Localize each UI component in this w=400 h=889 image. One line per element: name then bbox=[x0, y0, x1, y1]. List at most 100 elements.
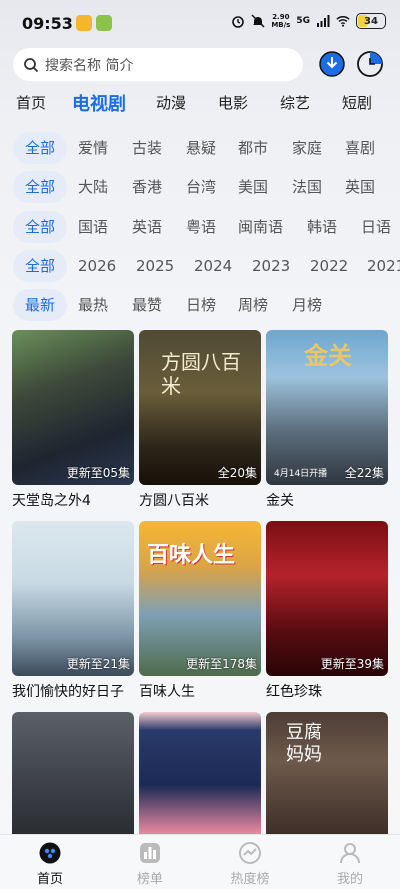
poster-title-text: 方圆八百米 bbox=[161, 350, 241, 398]
mute-icon bbox=[251, 14, 265, 28]
tab-short-drama[interactable]: 短剧 bbox=[342, 92, 372, 113]
filter-row-year: 全部 2026 2025 2024 2023 2022 2021 bbox=[0, 250, 400, 282]
chip-language-all[interactable]: 全部 bbox=[13, 211, 68, 243]
video-card[interactable]: 更新至39集 红色珍珠 bbox=[266, 521, 388, 701]
history-button[interactable] bbox=[356, 50, 384, 78]
net-speed: 2.90 MB/s bbox=[271, 13, 290, 29]
poster-title-text: 豆腐妈妈 bbox=[286, 722, 322, 765]
nav-hot[interactable]: 热度榜 bbox=[220, 841, 280, 887]
tab-variety[interactable]: 综艺 bbox=[280, 92, 310, 113]
status-time: 09:53 bbox=[22, 14, 73, 33]
video-card[interactable]: 豆腐妈妈 bbox=[266, 712, 388, 834]
download-icon bbox=[319, 51, 345, 77]
trending-icon bbox=[239, 842, 261, 864]
wifi-icon bbox=[336, 16, 350, 27]
episode-badge: 更新至178集 bbox=[186, 657, 257, 671]
chip-genre[interactable]: 古装 bbox=[132, 132, 162, 164]
chip-region-all[interactable]: 全部 bbox=[13, 171, 68, 203]
video-card[interactable] bbox=[12, 712, 134, 834]
chip-sort[interactable]: 周榜 bbox=[238, 289, 268, 321]
chip-year[interactable]: 2026 bbox=[78, 250, 116, 282]
tab-tv-series[interactable]: 电视剧 bbox=[72, 90, 126, 116]
chip-sort[interactable]: 最热 bbox=[78, 289, 108, 321]
poster-image: 金关 4月14日开播 全22集 bbox=[266, 330, 388, 485]
chip-genre[interactable]: 都市 bbox=[238, 132, 268, 164]
net-speed-unit: MB/s bbox=[271, 21, 291, 29]
cell-signal-icon bbox=[317, 15, 330, 27]
chip-sort-latest[interactable]: 最新 bbox=[13, 289, 68, 321]
poster-image: 更新至21集 bbox=[12, 521, 134, 676]
video-card[interactable]: 百味人生 更新至178集 百味人生 bbox=[139, 521, 261, 701]
poster-image bbox=[139, 712, 261, 834]
chip-language[interactable]: 日语 bbox=[361, 211, 391, 243]
card-title: 我们愉快的好日子 bbox=[12, 684, 124, 700]
chip-region[interactable]: 台湾 bbox=[186, 171, 216, 203]
card-title: 天堂岛之外4 bbox=[12, 493, 91, 509]
download-button[interactable] bbox=[318, 50, 346, 78]
poster-image bbox=[12, 712, 134, 834]
episode-badge: 更新至05集 bbox=[66, 466, 130, 480]
chip-sort[interactable]: 日榜 bbox=[186, 289, 216, 321]
chip-year[interactable]: 2021 bbox=[367, 250, 400, 282]
chip-region[interactable]: 法国 bbox=[292, 171, 322, 203]
net-speed-value: 2.90 bbox=[272, 13, 290, 21]
chip-region[interactable]: 美国 bbox=[238, 171, 268, 203]
chip-language[interactable]: 英语 bbox=[132, 211, 162, 243]
nav-home[interactable]: 首页 bbox=[20, 841, 80, 887]
status-bar: 09:53 2.90 MB/s 5G 34 bbox=[0, 0, 400, 48]
poster-title-text: 百味人生 bbox=[147, 543, 236, 568]
filter-row-language: 全部 国语 英语 粤语 闽南语 韩语 日语 bbox=[0, 211, 400, 243]
chip-region[interactable]: 英国 bbox=[345, 171, 375, 203]
nav-profile[interactable]: 我的 bbox=[320, 841, 380, 887]
video-card[interactable]: 更新至05集 天堂岛之外4 bbox=[12, 330, 134, 510]
ranking-icon bbox=[140, 843, 160, 863]
video-card[interactable]: 更新至21集 我们愉快的好日子 bbox=[12, 521, 134, 701]
chip-genre[interactable]: 喜剧 bbox=[345, 132, 375, 164]
tab-movie[interactable]: 电影 bbox=[218, 92, 248, 113]
search-placeholder: 搜索名称 简介 bbox=[45, 57, 134, 74]
chip-year[interactable]: 2024 bbox=[194, 250, 232, 282]
chip-language[interactable]: 粤语 bbox=[186, 211, 216, 243]
chip-year[interactable]: 2025 bbox=[136, 250, 174, 282]
filter-row-genre: 全部 爱情 古装 悬疑 都市 家庭 喜剧 bbox=[0, 132, 400, 164]
video-card[interactable]: 金关 4月14日开播 全22集 金关 bbox=[266, 330, 388, 510]
chip-region[interactable]: 香港 bbox=[132, 171, 162, 203]
chip-year[interactable]: 2023 bbox=[252, 250, 290, 282]
poster-image: 方圆八百米 全20集 bbox=[139, 330, 261, 485]
filter-row-sort: 最新 最热 最赞 日榜 周榜 月榜 bbox=[0, 289, 400, 321]
chip-region[interactable]: 大陆 bbox=[78, 171, 108, 203]
battery-level: 34 bbox=[364, 15, 378, 27]
card-title: 红色珍珠 bbox=[266, 684, 322, 700]
poster-image: 百味人生 更新至178集 bbox=[139, 521, 261, 676]
nav-label: 热度榜 bbox=[230, 872, 270, 887]
tab-anime[interactable]: 动漫 bbox=[156, 92, 186, 113]
search-icon bbox=[24, 57, 39, 72]
tab-home[interactable]: 首页 bbox=[16, 92, 46, 113]
chip-language[interactable]: 韩语 bbox=[307, 211, 337, 243]
chip-genre[interactable]: 悬疑 bbox=[186, 132, 216, 164]
profile-icon bbox=[340, 843, 360, 864]
chip-year[interactable]: 2022 bbox=[310, 250, 348, 282]
chip-language[interactable]: 闽南语 bbox=[238, 211, 283, 243]
main-tabs: 首页 电视剧 动漫 电影 综艺 短剧 bbox=[0, 88, 400, 120]
search-input[interactable]: 搜索名称 简介 bbox=[13, 48, 303, 81]
history-icon bbox=[357, 51, 383, 77]
video-card[interactable]: 方圆八百米 全20集 方圆八百米 bbox=[139, 330, 261, 510]
chip-genre-all[interactable]: 全部 bbox=[13, 132, 68, 164]
episode-badge: 全20集 bbox=[217, 466, 257, 480]
chip-sort[interactable]: 最赞 bbox=[132, 289, 162, 321]
chip-sort[interactable]: 月榜 bbox=[292, 289, 322, 321]
status-indicators: 2.90 MB/s 5G 34 bbox=[231, 13, 386, 29]
filter-row-region: 全部 大陆 香港 台湾 美国 法国 英国 bbox=[0, 171, 400, 203]
chip-year-all[interactable]: 全部 bbox=[13, 250, 68, 282]
card-title: 方圆八百米 bbox=[139, 493, 209, 509]
chip-language[interactable]: 国语 bbox=[78, 211, 108, 243]
video-card[interactable] bbox=[139, 712, 261, 834]
poster-image: 更新至05集 bbox=[12, 330, 134, 485]
chip-genre[interactable]: 家庭 bbox=[292, 132, 322, 164]
nav-label: 榜单 bbox=[136, 872, 163, 887]
chip-genre[interactable]: 爱情 bbox=[78, 132, 108, 164]
poster-date-text: 4月14日开播 bbox=[274, 469, 328, 479]
poster-image: 豆腐妈妈 bbox=[266, 712, 388, 834]
nav-ranking[interactable]: 榜单 bbox=[120, 841, 180, 887]
